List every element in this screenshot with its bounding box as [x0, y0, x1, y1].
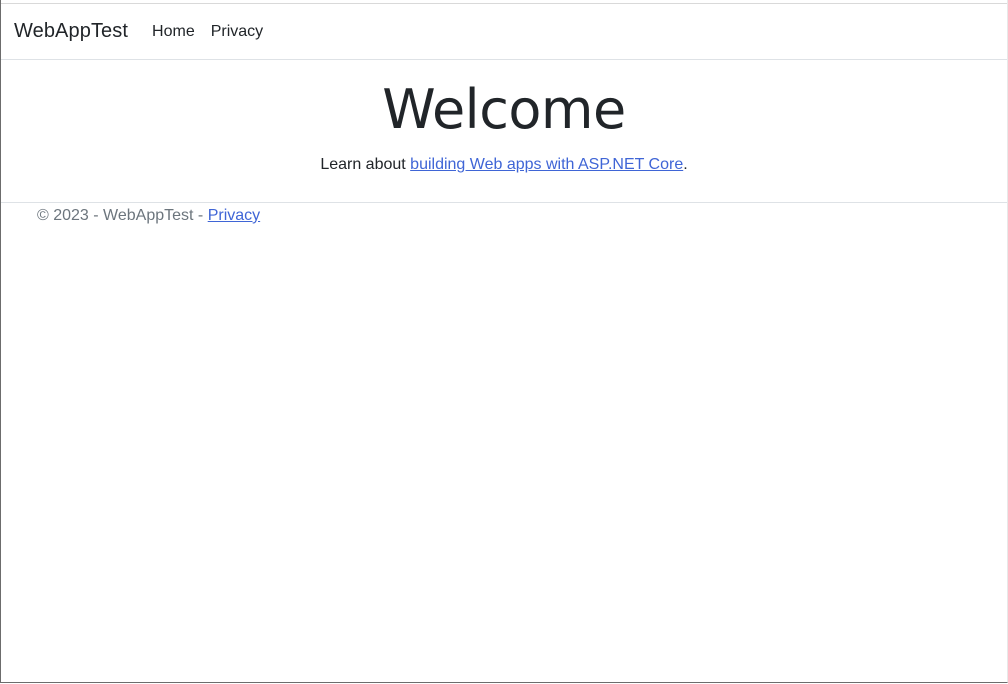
footer-divider: [1, 202, 1007, 203]
main-content: Welcome Learn about building Web apps wi…: [1, 61, 1007, 192]
footer-privacy-link[interactable]: Privacy: [208, 207, 260, 224]
browser-viewport: WebAppTest Home Privacy Welcome Learn ab…: [0, 0, 1008, 683]
nav-link-privacy[interactable]: Privacy: [211, 23, 263, 41]
footer: © 2023 - WebAppTest - Privacy: [37, 205, 260, 227]
page-title: Welcome: [382, 78, 626, 141]
learn-prefix: Learn about: [320, 156, 411, 173]
footer-copyright: © 2023 - WebAppTest -: [37, 207, 208, 224]
nav-link-home[interactable]: Home: [152, 23, 195, 41]
navbar: WebAppTest Home Privacy: [1, 4, 1007, 60]
learn-text: Learn about building Web apps with ASP.N…: [1, 154, 1007, 176]
learn-suffix: .: [683, 156, 688, 173]
aspnet-docs-link[interactable]: building Web apps with ASP.NET Core: [410, 156, 683, 173]
brand-link[interactable]: WebAppTest: [14, 20, 128, 43]
